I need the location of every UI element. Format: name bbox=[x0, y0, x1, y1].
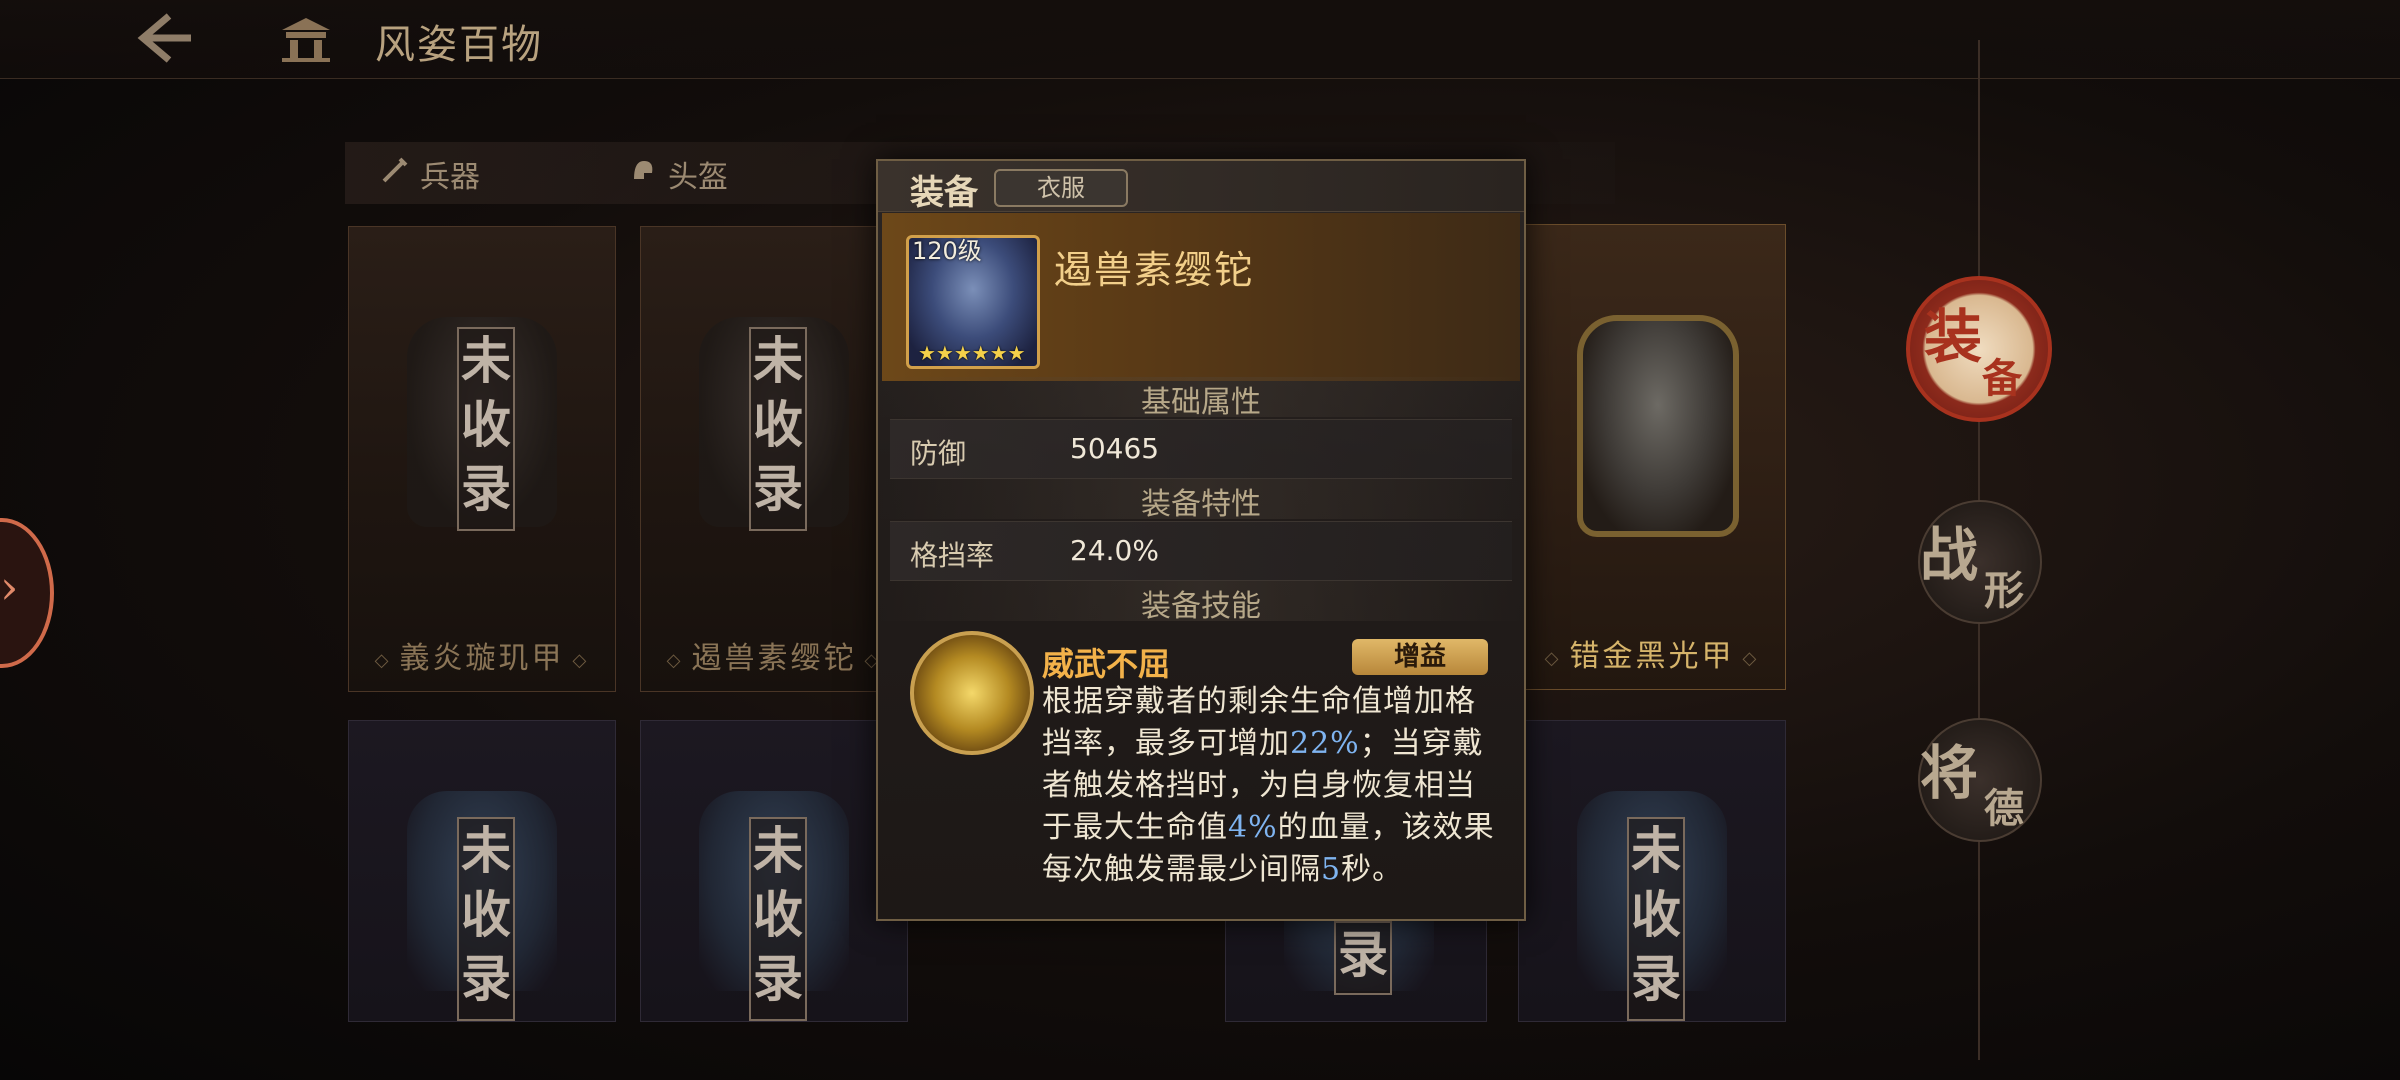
card-name: ◇ 義炎璇玑甲 ◇ bbox=[374, 641, 590, 676]
nav-label-small: 德 bbox=[1984, 785, 2024, 832]
equipment-detail-modal: 装备 衣服 120级 ★★★★★★ 遏兽素缨铊 基础属性 防御 50465 装备… bbox=[876, 159, 1526, 921]
nav-label-big: 战 bbox=[1920, 521, 1979, 589]
section-equipment-traits: 装备特性 bbox=[878, 479, 1524, 522]
equipment-type-tag: 衣服 bbox=[994, 169, 1128, 207]
uncollected-stamp: 未收录 bbox=[749, 817, 807, 1021]
section-basic-attributes: 基础属性 bbox=[878, 377, 1524, 420]
equipment-card[interactable]: 未收录 bbox=[348, 720, 616, 1022]
palace-gate-icon bbox=[278, 14, 334, 62]
card-name: ◇ 遏兽素缨铊 ◇ bbox=[666, 641, 882, 676]
attribute-row: 格挡率 24.0% bbox=[890, 521, 1512, 581]
nav-label-small: 形 bbox=[1984, 567, 2024, 614]
attribute-value: 50465 bbox=[1070, 432, 1160, 465]
tab-label: 兵器 bbox=[420, 160, 480, 195]
modal-title: 装备 bbox=[910, 173, 978, 213]
attribute-label: 格挡率 bbox=[910, 539, 995, 572]
attribute-label: 防御 bbox=[910, 437, 967, 470]
nav-virtue-button[interactable]: 将 德 bbox=[1918, 718, 2042, 842]
modal-header: 装备 衣服 bbox=[878, 161, 1524, 213]
item-banner: 120级 ★★★★★★ 遏兽素缨铊 bbox=[882, 213, 1520, 381]
equipment-card[interactable]: 未收录 ◇ 遏兽素缨铊 ◇ bbox=[640, 226, 908, 692]
uncollected-stamp: 未收录 bbox=[457, 817, 515, 1021]
chevron-right-icon[interactable]: › bbox=[0, 560, 18, 614]
equipment-card[interactable]: 未收录 bbox=[1518, 720, 1786, 1022]
item-level: 120级 bbox=[912, 237, 982, 265]
skill-name: 威武不屈 bbox=[1042, 645, 1171, 683]
equipment-card[interactable]: 未收录 bbox=[640, 720, 908, 1022]
helmet-icon bbox=[628, 155, 658, 193]
back-arrow-icon[interactable] bbox=[135, 10, 195, 66]
armor-image bbox=[1577, 315, 1739, 537]
tab-weapon[interactable]: 兵器 bbox=[380, 146, 480, 202]
top-bar bbox=[0, 0, 2400, 79]
skill-type-badge: 增益 bbox=[1352, 639, 1488, 675]
item-name: 遏兽素缨铊 bbox=[1054, 248, 1255, 292]
equipment-card[interactable]: 未收录 ◇ 義炎璇玑甲 ◇ bbox=[348, 226, 616, 692]
star-rating: ★★★★★★ bbox=[918, 341, 1026, 365]
tab-helmet[interactable]: 头盔 bbox=[628, 146, 728, 202]
nav-label-small: 备 bbox=[1982, 355, 2022, 402]
uncollected-stamp: 未收录 bbox=[1627, 817, 1685, 1021]
nav-label-big: 将 bbox=[1920, 739, 1979, 807]
uncollected-stamp: 未收录 bbox=[457, 327, 515, 531]
nav-battle-form-button[interactable]: 战 形 bbox=[1918, 500, 2042, 624]
nav-equipment-button[interactable]: 装 备 bbox=[1906, 276, 2052, 422]
skill-description: 根据穿戴者的剩余生命值增加格挡率，最多可增加22%；当穿戴者触发格挡时，为自身恢… bbox=[1042, 684, 1495, 887]
tab-label: 头盔 bbox=[668, 160, 728, 195]
attribute-value: 24.0% bbox=[1070, 534, 1159, 567]
section-equipment-skill: 装备技能 bbox=[878, 581, 1524, 624]
uncollected-stamp: 录 bbox=[1334, 921, 1392, 995]
uncollected-stamp: 未收录 bbox=[749, 327, 807, 531]
attribute-row: 防御 50465 bbox=[890, 419, 1512, 479]
page-title: 风姿百物 bbox=[375, 22, 543, 68]
card-name: ◇ 错金黑光甲 ◇ bbox=[1544, 639, 1760, 674]
nav-label-big: 装 bbox=[1924, 303, 1983, 371]
skill-icon[interactable] bbox=[910, 631, 1034, 755]
equipment-card[interactable]: ◇ 错金黑光甲 ◇ bbox=[1518, 224, 1786, 690]
sword-icon bbox=[380, 155, 410, 193]
